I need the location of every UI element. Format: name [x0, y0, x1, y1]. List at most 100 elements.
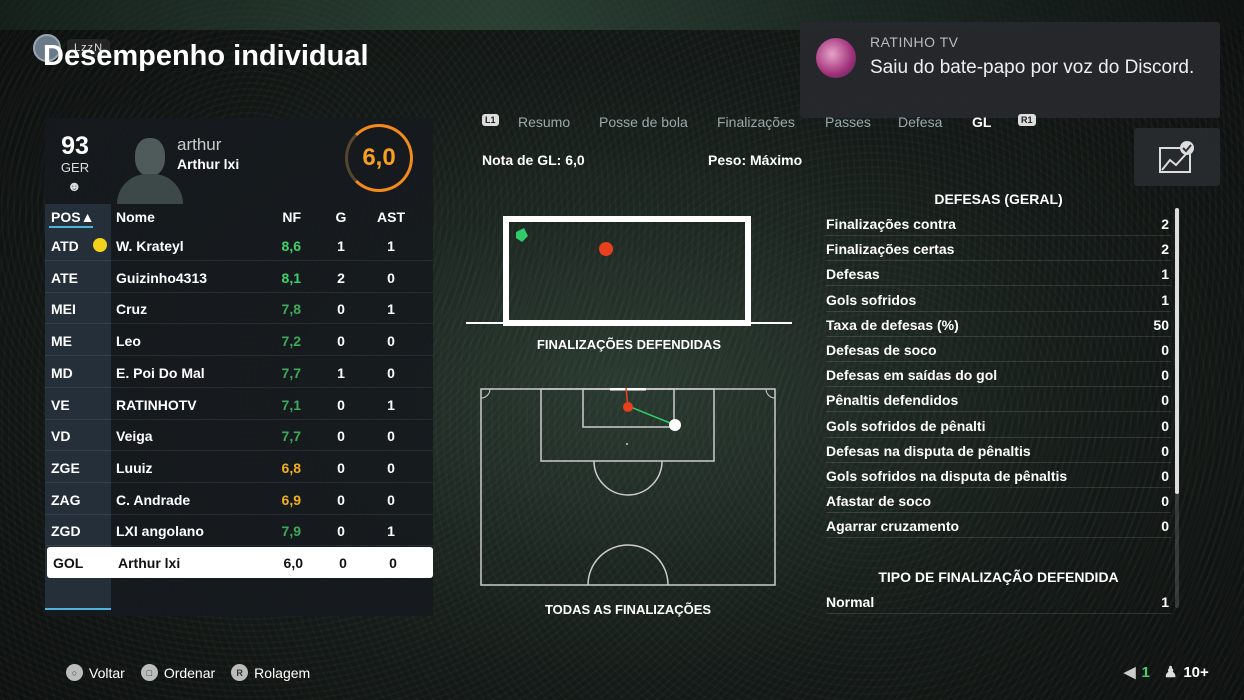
table-row[interactable]: VD Veiga 7,7 0 0	[45, 420, 433, 452]
row-g: 0	[337, 428, 345, 445]
row-ast: 1	[387, 396, 395, 413]
stat-row: Gols sofridos na disputa de pênaltis 0	[826, 463, 1171, 488]
pitch-diagram	[480, 388, 776, 586]
row-nf: 7,7	[281, 364, 301, 381]
row-name: Guizinho4313	[116, 269, 208, 286]
stat-label: Afastar de soco	[826, 493, 932, 510]
row-g: 0	[337, 459, 345, 476]
footer-controls: ○ Voltar □ Ordenar R Rolagem	[66, 664, 320, 681]
row-pos: GOL	[53, 555, 84, 571]
row-name: RATINHOTV	[116, 396, 197, 413]
stat-value: 50	[1153, 316, 1169, 333]
stat-label: Gols sofridos na disputa de pênaltis	[826, 468, 1068, 484]
row-nf: 7,8	[281, 301, 301, 318]
stat-value: 0	[1161, 342, 1169, 358]
row-name: Arthur lxi	[118, 555, 181, 571]
row-g: 0	[337, 396, 345, 413]
tab-finalizacoes[interactable]: Finalizações	[717, 114, 795, 130]
table-row[interactable]: ATD W. Krateyl 8,6 1 1	[45, 230, 433, 261]
sort-button[interactable]: □ Ordenar	[140, 664, 215, 681]
pos-column-accent	[45, 608, 111, 610]
header-name[interactable]: Nome	[116, 209, 155, 225]
row-name: W. Krateyl	[116, 238, 184, 254]
back-button[interactable]: ○ Voltar	[66, 664, 125, 681]
chart-toggle-button[interactable]	[1134, 128, 1220, 186]
caption-defended: FINALIZAÇÕES DEFENDIDAS	[536, 337, 722, 352]
l1-button-icon[interactable]: L1	[482, 114, 499, 126]
row-nf: 7,7	[281, 428, 301, 445]
row-g: 1	[337, 238, 345, 254]
status-indicators: ◀ 1 ♟ 10+	[1124, 663, 1209, 682]
row-pos: ZGD	[51, 523, 81, 540]
tab-defesa[interactable]: Defesa	[898, 114, 942, 130]
stat-label: Gols sofridos de pênalti	[826, 417, 986, 434]
match-rating-badge: 6,0	[345, 124, 413, 192]
stat-label: Defesas na disputa de pênaltis	[826, 442, 1031, 459]
row-g: 0	[337, 523, 345, 540]
row-nf: 7,2	[281, 333, 301, 350]
row-g: 0	[339, 555, 347, 571]
tab-passes[interactable]: Passes	[825, 114, 871, 130]
table-header: POS▲ Nome NF G AST	[45, 204, 433, 230]
tab-resumo[interactable]: Resumo	[518, 114, 570, 130]
row-ast: 0	[389, 555, 397, 571]
table-row[interactable]: ZAG C. Andrade 6,9 0 0	[45, 484, 433, 515]
header-ast[interactable]: AST	[377, 209, 405, 225]
player-overall: 93	[61, 132, 89, 160]
r1-button-icon[interactable]: R1	[1018, 114, 1036, 126]
right-stick-icon: R	[231, 664, 249, 681]
shot-type-value: 1	[1161, 594, 1169, 610]
square-button-icon: □	[140, 664, 158, 681]
sort-indicator	[49, 226, 93, 228]
table-row[interactable]: ME Leo 7,2 0 0	[45, 325, 433, 357]
tab-gl[interactable]: GL	[972, 114, 991, 130]
table-row[interactable]: ZGD LXI angolano 7,9 0 1	[45, 515, 433, 547]
row-name: Luuiz	[116, 459, 153, 476]
shooter-marker	[669, 419, 681, 431]
header-g[interactable]: G	[335, 209, 347, 225]
row-name: Veiga	[116, 428, 153, 445]
stat-row: Gols sofridos 1	[826, 287, 1171, 312]
chart-check-icon	[1159, 141, 1194, 173]
stat-label: Gols sofridos	[826, 291, 917, 308]
row-ast: 0	[387, 269, 395, 286]
row-pos: MD	[51, 364, 73, 381]
row-pos: ATE	[51, 269, 78, 286]
circle-button-icon: ○	[66, 664, 83, 681]
table-row[interactable]: ATE Guizinho4313 8,1 2 0	[45, 262, 433, 293]
row-g: 1	[337, 364, 345, 381]
player-name: Arthur lxi	[177, 156, 240, 172]
stat-label: Finalizações contra	[826, 216, 956, 232]
page-title: Desempenho individual	[43, 40, 369, 72]
voice-count: 1	[1141, 663, 1150, 681]
scroll-control[interactable]: R Rolagem	[231, 664, 310, 681]
motm-ball-icon	[93, 238, 107, 252]
stat-value: 0	[1161, 367, 1169, 384]
table-row[interactable]: GOL Arthur lxi 6,0 0 0	[47, 547, 433, 578]
scroll-thumb[interactable]	[1175, 208, 1179, 494]
table-row[interactable]: VE RATINHOTV 7,1 0 1	[45, 389, 433, 420]
row-pos: ZGE	[51, 459, 80, 476]
stat-row: Defesas em saídas do gol 0	[826, 362, 1171, 388]
table-row[interactable]: MEI Cruz 7,8 0 1	[45, 293, 433, 325]
row-pos: MEI	[51, 301, 76, 318]
shot-type-label: Normal	[826, 594, 875, 610]
row-nf: 6,8	[281, 459, 301, 476]
person-icon: ☻	[67, 178, 82, 194]
notification-toast[interactable]: RATINHO TV Saiu do bate-papo por voz do …	[800, 22, 1220, 118]
table-row[interactable]: ZGE Luuiz 6,8 0 0	[45, 452, 433, 483]
shot-marker	[623, 402, 633, 412]
table-row[interactable]: MD E. Poi Do Mal 7,7 1 0	[45, 357, 433, 388]
stats-scrollbar[interactable]	[1175, 208, 1179, 608]
header-nf[interactable]: NF	[277, 209, 301, 225]
row-g: 0	[337, 333, 345, 350]
stat-row: Defesas 1	[826, 261, 1171, 287]
stat-row: Afastar de soco 0	[826, 488, 1171, 514]
header-pos[interactable]: POS▲	[51, 209, 94, 225]
row-ast: 1	[387, 238, 395, 254]
stat-value: 1	[1161, 291, 1169, 308]
stat-label: Finalizações certas	[826, 241, 955, 258]
player-silhouette	[115, 134, 185, 204]
tab-posse[interactable]: Posse de bola	[599, 114, 688, 130]
stat-row: Defesas na disputa de pênaltis 0	[826, 438, 1171, 463]
